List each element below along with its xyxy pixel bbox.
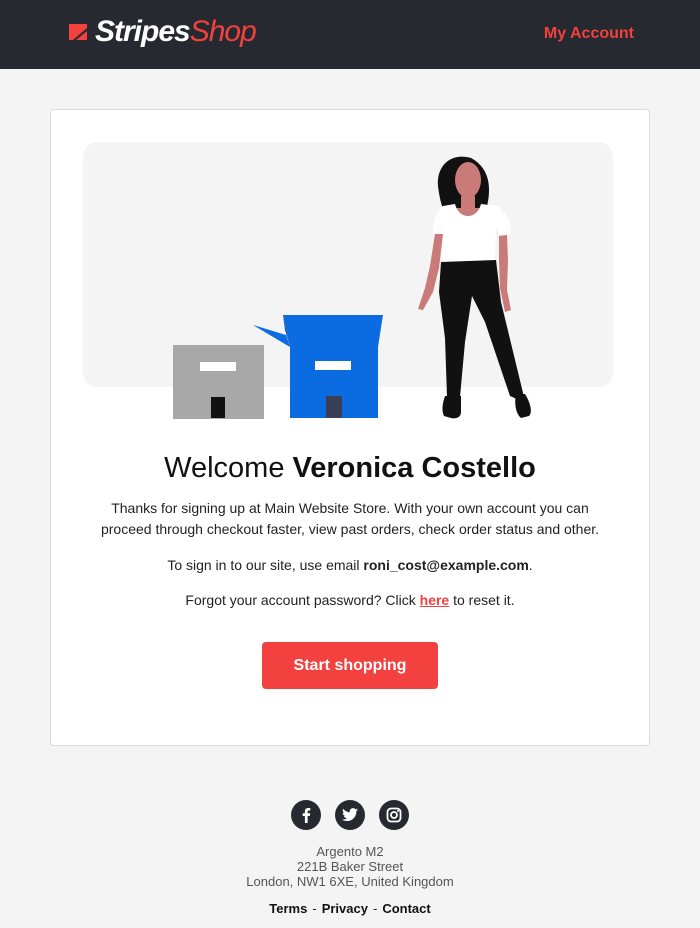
forgot-password-text: Forgot your account password? Click here… xyxy=(185,592,515,608)
signin-text: To sign in to our site, use email roni_c… xyxy=(167,557,533,573)
my-account-link[interactable]: My Account xyxy=(544,24,634,44)
logo-text: StripesShop xyxy=(95,15,257,48)
link-separator: - xyxy=(372,901,378,916)
footer-links: Terms - Privacy - Contact xyxy=(0,901,700,917)
intro-text: Thanks for signing up at Main Website St… xyxy=(100,500,600,537)
privacy-link[interactable]: Privacy xyxy=(322,901,368,916)
reset-password-link[interactable]: here xyxy=(420,592,450,608)
customer-name: Veronica Costello xyxy=(292,452,536,484)
twitter-icon[interactable] xyxy=(335,800,365,830)
header: StripesShop My Account xyxy=(0,0,700,69)
stripes-shop-logo[interactable]: StripesShop xyxy=(66,14,257,50)
instagram-icon[interactable] xyxy=(379,800,409,830)
address-line: Argento M2 xyxy=(316,844,384,859)
gray-box-icon xyxy=(173,345,264,419)
start-shopping-button[interactable]: Start shopping xyxy=(262,642,438,689)
address-line: London, NW1 6XE, United Kingdom xyxy=(246,874,454,889)
terms-link[interactable]: Terms xyxy=(269,901,307,916)
address-line: 221B Baker Street xyxy=(296,859,404,874)
facebook-icon[interactable] xyxy=(291,800,321,830)
welcome-card: Welcome Veronica Costello Thanks for sig… xyxy=(50,109,650,746)
contact-link[interactable]: Contact xyxy=(382,901,430,916)
welcome-illustration xyxy=(83,142,613,419)
welcome-heading: Welcome Veronica Costello xyxy=(164,452,536,484)
link-separator: - xyxy=(312,901,317,916)
customer-email: roni_cost@example.com xyxy=(363,557,529,573)
logo-mark-icon xyxy=(69,24,87,40)
store-address: Argento M2 221B Baker Street London, NW1… xyxy=(0,844,700,889)
social-links xyxy=(0,800,700,830)
